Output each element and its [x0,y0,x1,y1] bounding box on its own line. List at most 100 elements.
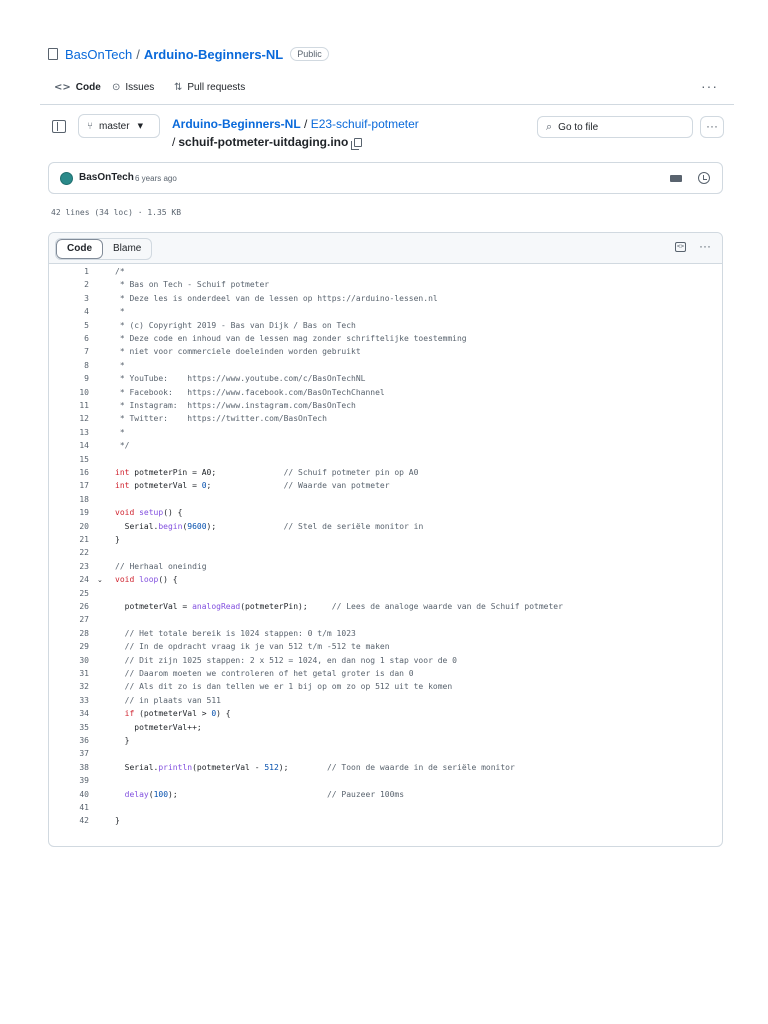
line-number[interactable]: 34 [49,709,89,718]
issue-icon: ⊙ [112,82,121,93]
line-number[interactable]: 32 [49,682,89,691]
owner-link[interactable]: BasOnTech [65,47,132,62]
code-icon: <> [54,82,71,93]
line-number[interactable]: 12 [49,414,89,423]
breadcrumb-separator: / [304,117,308,131]
commit-author[interactable]: BasOnTech [79,172,134,183]
breadcrumb-file: / schuif-potmeter-uitdaging.ino [172,135,363,150]
visibility-badge: Public [290,47,329,61]
code-line: * Deze code en inhoud van de lessen mag … [115,334,467,343]
code-line: * [115,427,125,437]
line-number[interactable]: 27 [49,615,89,624]
line-number[interactable]: 29 [49,642,89,651]
history-icon[interactable] [698,172,710,184]
repo-separator: / [136,46,140,62]
line-number[interactable]: 17 [49,481,89,490]
line-number[interactable]: 10 [49,388,89,397]
repo-link[interactable]: Arduino-Beginners-NL [144,47,283,62]
symbols-icon[interactable]: <> [675,242,686,252]
pull-request-icon: ⇅ [174,82,183,93]
avatar[interactable] [60,172,73,185]
line-number[interactable]: 6 [49,334,89,343]
branch-selector[interactable]: ⑂ master ▼ [78,114,160,138]
line-number[interactable]: 26 [49,602,89,611]
line-number[interactable]: 38 [49,763,89,772]
line-number[interactable]: 24 [49,575,89,584]
line-number[interactable]: 13 [49,428,89,437]
code-line: // Daarom moeten we controleren of het g… [115,669,414,678]
line-number[interactable]: 23 [49,562,89,571]
code-line: * [115,307,125,317]
side-panel-toggle-icon[interactable] [52,120,66,133]
line-number[interactable]: 31 [49,669,89,678]
search-icon: ⌕ [546,120,553,133]
code-line: void loop() { [115,575,178,585]
line-number[interactable]: 19 [49,508,89,517]
line-number[interactable]: 37 [49,749,89,758]
nav-more-button[interactable]: ··· [701,78,718,94]
go-to-file-input[interactable]: ⌕ Go to file [537,116,693,138]
line-number[interactable]: 39 [49,776,89,785]
line-number[interactable]: 33 [49,696,89,705]
code-more-button[interactable]: ··· [699,239,711,253]
line-number[interactable]: 42 [49,816,89,825]
breadcrumb-file-separator: / [172,135,176,149]
breadcrumb-repo-link[interactable]: Arduino-Beginners-NL [172,117,301,131]
line-number[interactable]: 21 [49,535,89,544]
line-number[interactable]: 18 [49,495,89,504]
tab-code[interactable]: <> Code [54,82,101,93]
line-number[interactable]: 15 [49,455,89,464]
line-number[interactable]: 5 [49,321,89,330]
line-number[interactable]: 1 [49,267,89,276]
chevron-down-icon[interactable]: ⌄ [97,576,103,584]
line-number[interactable]: 11 [49,401,89,410]
line-number[interactable]: 9 [49,374,89,383]
code-line: delay(100); // Pauzeer 100ms [124,789,405,799]
commit-message-icon[interactable] [670,175,682,182]
code-line: * YouTube: https://www.youtube.com/c/Bas… [115,374,366,384]
tab-blame-view[interactable]: Blame [103,239,151,259]
line-number[interactable]: 28 [49,629,89,638]
file-name: schuif-potmeter-uitdaging.ino [178,135,349,149]
branch-name: master [99,120,130,132]
line-number[interactable]: 3 [49,294,89,303]
code-line: // Herhaal oneindig [115,561,207,571]
repo-header: BasOnTech / Arduino-Beginners-NL Public [48,45,329,63]
code-line: // in plaats van 511 [115,695,221,705]
tab-pull-requests[interactable]: ⇅ Pull requests [174,82,245,93]
code-line: // Dit zijn 1025 stappen: 2 x 512 = 1024… [115,655,457,665]
breadcrumb-folder-link[interactable]: E23-schuif-potmeter [311,117,419,131]
code-line: void setup() { [115,508,183,518]
chevron-down-icon: ▼ [137,122,143,130]
line-number[interactable]: 2 [49,280,89,289]
line-number[interactable]: 7 [49,347,89,356]
breadcrumb: Arduino-Beginners-NL / E23-schuif-potmet… [172,117,419,131]
line-number[interactable]: 41 [49,803,89,812]
line-number[interactable]: 16 [49,468,89,477]
code-line: /* [115,267,125,276]
tab-code-label: Code [75,82,101,93]
code-line: int potmeterVal = 0; // Waarde van potme… [115,481,390,491]
line-number[interactable]: 20 [49,522,89,531]
code-line: Serial.begin(9600); // Stel de seriële m… [115,521,424,531]
code-line: * Facebook: https://www.facebook.com/Bas… [115,387,385,397]
code-line: } [115,816,120,826]
code-line: } [115,535,120,544]
line-number[interactable]: 36 [49,736,89,745]
line-number[interactable]: 40 [49,790,89,799]
line-number[interactable]: 8 [49,361,89,370]
line-number[interactable]: 4 [49,307,89,316]
line-number[interactable]: 22 [49,548,89,557]
line-number[interactable]: 30 [49,656,89,665]
line-number[interactable]: 35 [49,723,89,732]
line-number[interactable]: 14 [49,441,89,450]
code-line: potmeterVal++; [115,722,202,732]
code-line: * [115,360,125,370]
line-number[interactable]: 25 [49,589,89,598]
tab-issues[interactable]: ⊙ Issues [112,82,154,93]
tab-code-view[interactable]: Code [56,239,103,259]
file-more-button[interactable]: ··· [700,116,724,138]
tab-issues-label: Issues [125,82,155,93]
code-line: // In de opdracht vraag ik je van 512 t/… [115,642,390,652]
copy-path-icon[interactable] [351,137,363,150]
